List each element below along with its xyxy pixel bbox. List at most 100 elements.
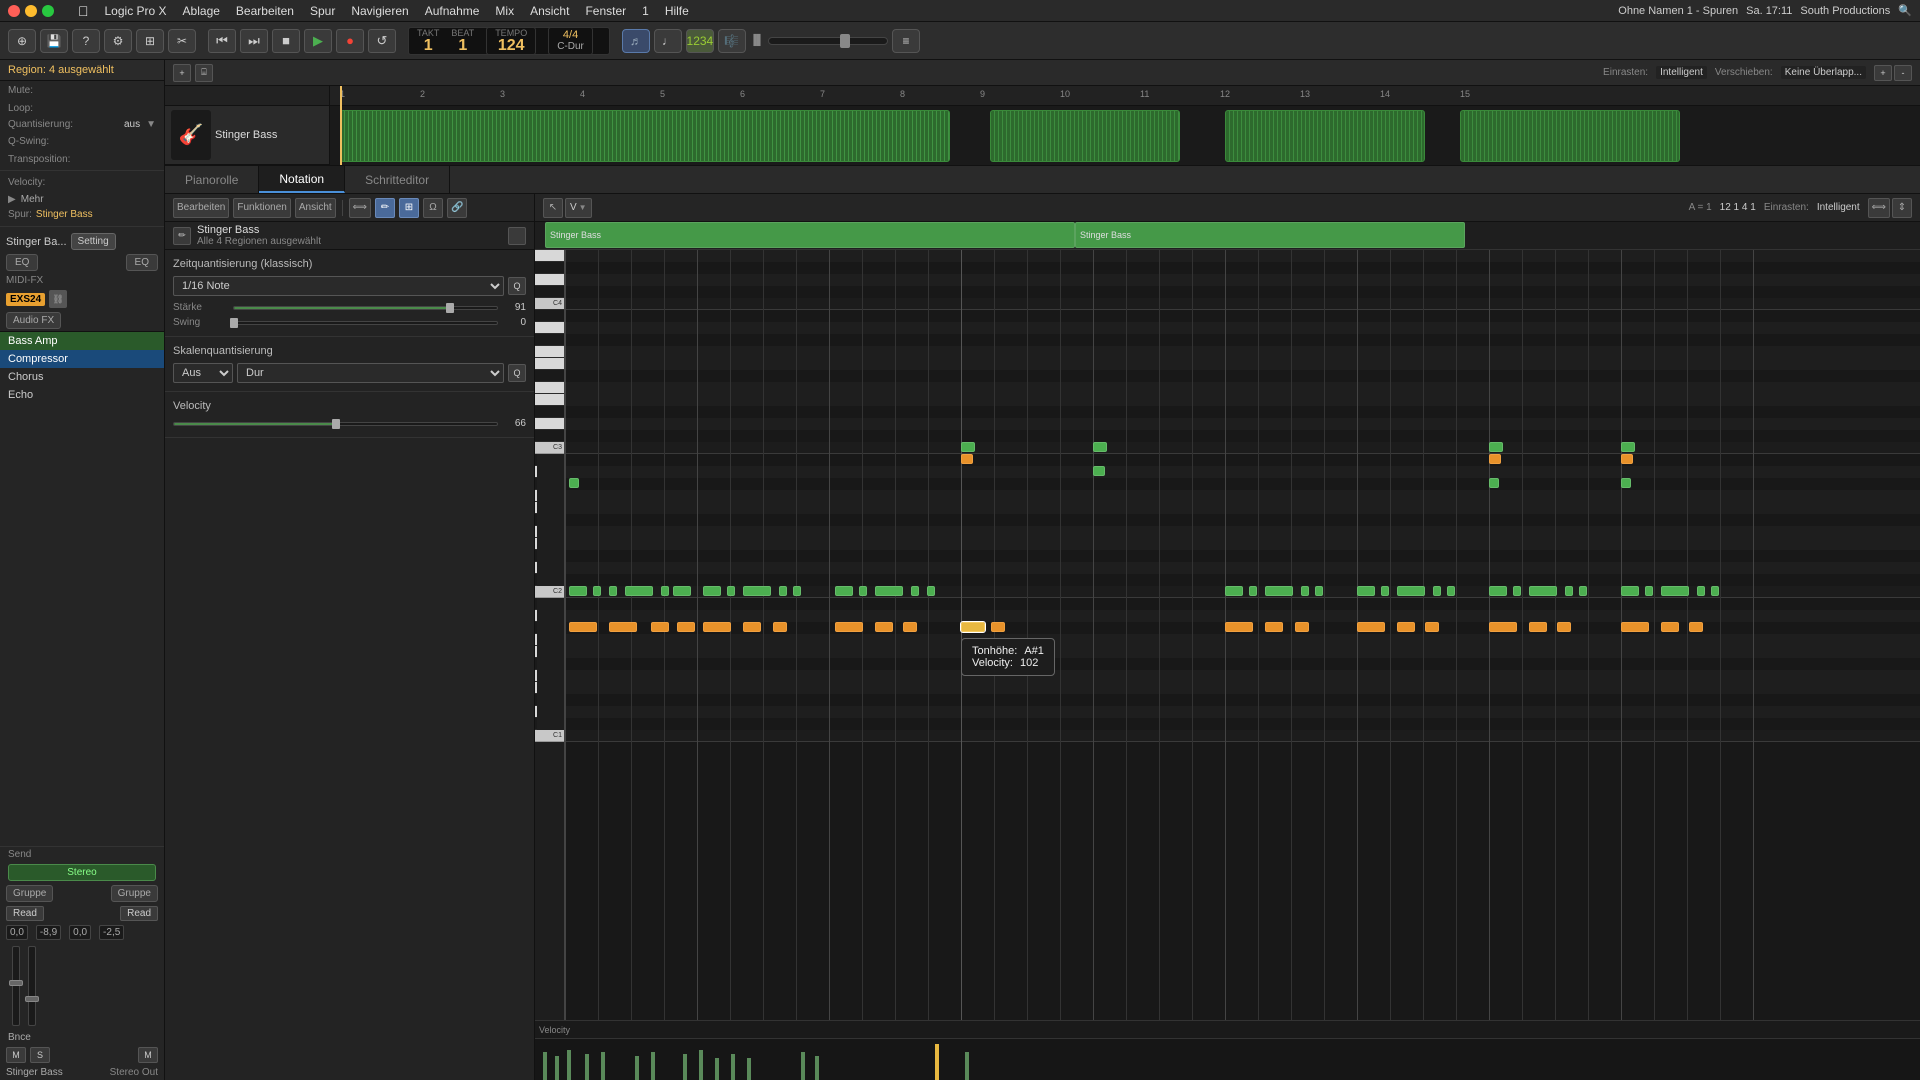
key-f1[interactable]	[535, 670, 537, 682]
gruppe-button[interactable]: Gruppe	[6, 885, 53, 902]
note-as1-9c[interactable]	[651, 622, 669, 632]
note-c2-17e[interactable]	[1711, 586, 1719, 596]
note-c2-14b[interactable]	[1249, 586, 1257, 596]
note-c2-17b[interactable]	[1645, 586, 1653, 596]
verschieben-value[interactable]: Keine Überlapp...	[1781, 66, 1866, 79]
stop-btn[interactable]: ■	[272, 29, 300, 53]
note-c2-9b[interactable]	[593, 586, 601, 596]
cycle-btn[interactable]: ↺	[368, 29, 396, 53]
note-c2-15c[interactable]	[1397, 586, 1425, 596]
menu-hilfe[interactable]: Hilfe	[665, 4, 689, 18]
vel-bar-14[interactable]	[815, 1056, 819, 1080]
note-c3-16[interactable]	[1489, 442, 1503, 452]
vel-bar-10[interactable]	[715, 1058, 719, 1080]
key-e2[interactable]	[535, 538, 537, 550]
note-as1-16c[interactable]	[1557, 622, 1571, 632]
tab-schritteditor[interactable]: Schritteditor	[345, 166, 450, 193]
note-as1-16a[interactable]	[1489, 622, 1517, 632]
loop-region-btn[interactable]: ⌸	[195, 64, 213, 82]
note-c2-9c[interactable]	[609, 586, 617, 596]
read-btn-left[interactable]: Read	[6, 906, 44, 921]
note-as2-13[interactable]	[1093, 466, 1105, 476]
velocity-slider[interactable]	[173, 422, 498, 426]
note-as1-10a[interactable]	[703, 622, 731, 632]
scale-q-btn[interactable]: Q	[508, 364, 526, 382]
menu-navigieren[interactable]: Navigieren	[351, 4, 408, 18]
note-c2-14e[interactable]	[1315, 586, 1323, 596]
vel-bar-2[interactable]	[555, 1056, 559, 1080]
close-button[interactable]	[8, 5, 20, 17]
vel-bar-3[interactable]	[567, 1050, 571, 1080]
note-as1-9d[interactable]	[677, 622, 695, 632]
zoom-out-btn[interactable]: -	[1894, 65, 1912, 81]
pointer-tool[interactable]: ↖	[543, 198, 563, 218]
audio-fx-button[interactable]: Audio FX	[6, 312, 61, 329]
menu-aufnahme[interactable]: Aufnahme	[425, 4, 480, 18]
vel-bar-7[interactable]	[651, 1052, 655, 1080]
note-b2-16[interactable]	[1489, 454, 1501, 464]
key-fs3[interactable]	[535, 370, 564, 382]
note-c2-15a[interactable]	[1357, 586, 1375, 596]
mode-btn[interactable]: ✏	[375, 198, 395, 218]
note-c2-17d[interactable]	[1697, 586, 1705, 596]
vel-bar-selected[interactable]	[935, 1044, 939, 1080]
note-c2-10e[interactable]	[793, 586, 801, 596]
add-track-btn[interactable]: +	[173, 64, 191, 82]
note-a2-9[interactable]	[569, 478, 579, 488]
note-as1-9a[interactable]	[569, 622, 597, 632]
menu-1[interactable]: 1	[642, 4, 649, 18]
minimize-button[interactable]	[25, 5, 37, 17]
tab-pianorolle[interactable]: Pianorolle	[165, 166, 259, 193]
position-display[interactable]: TAKT 1 BEAT 1 TEMPO 124 4/4 C-Dur	[408, 27, 610, 55]
note-c2-10b[interactable]	[727, 586, 735, 596]
note-as1-11a[interactable]	[835, 622, 863, 632]
note-c2-15d[interactable]	[1433, 586, 1441, 596]
vel-bar-11[interactable]	[731, 1054, 735, 1080]
note-c3-12[interactable]	[961, 442, 975, 452]
key-cs3[interactable]	[535, 430, 564, 442]
zoom-in-btn[interactable]: +	[1874, 65, 1892, 81]
note-select[interactable]: 1/16 Note 1/8 Note 1/4 Note	[173, 276, 504, 296]
vel-bar-9[interactable]	[699, 1050, 703, 1080]
eq-right-button[interactable]: EQ	[126, 254, 158, 271]
layout-btn[interactable]: ⊞	[136, 29, 164, 53]
key-cs2[interactable]	[535, 574, 537, 586]
fader-right[interactable]	[28, 946, 36, 1026]
plugin-compressor[interactable]: Compressor	[0, 350, 164, 368]
aus-select[interactable]: Aus	[173, 363, 233, 383]
note-c2-16e[interactable]	[1579, 586, 1587, 596]
note-as1-14b[interactable]	[1265, 622, 1283, 632]
maximize-button[interactable]	[42, 5, 54, 17]
preset-btn[interactable]: 1234	[686, 29, 714, 53]
funktionen-menu-btn[interactable]: Funktionen	[233, 198, 290, 218]
record-btn[interactable]: ●	[336, 29, 364, 53]
key-a3[interactable]	[535, 334, 564, 346]
note-as1-10b[interactable]	[743, 622, 761, 632]
note-c3-13[interactable]	[1093, 442, 1107, 452]
settings-btn[interactable]: ⚙	[104, 29, 132, 53]
key-ds3[interactable]	[535, 406, 564, 418]
key-as2[interactable]	[535, 466, 537, 478]
menu-spur[interactable]: Spur	[310, 4, 335, 18]
key-ds4[interactable]	[535, 262, 564, 274]
time-sig-display[interactable]: 4/4 C-Dur	[548, 27, 593, 55]
key-as1[interactable]	[535, 610, 537, 622]
note-c2-14c[interactable]	[1265, 586, 1293, 596]
key-ds2[interactable]	[535, 550, 537, 562]
region-3[interactable]	[1225, 110, 1425, 162]
note-c2-17a[interactable]	[1621, 586, 1639, 596]
key-c3[interactable]: C3	[535, 442, 564, 454]
mode-select[interactable]: V ▼	[565, 198, 592, 218]
rewind-btn[interactable]: ⏮	[208, 29, 236, 53]
note-as1-12b[interactable]	[991, 622, 1005, 632]
note-as1-11c[interactable]	[903, 622, 917, 632]
key-cs1[interactable]	[535, 718, 537, 730]
metronome-btn[interactable]: ♬	[622, 29, 650, 53]
link2-btn[interactable]: 🔗	[447, 198, 467, 218]
note-c2-14d[interactable]	[1301, 586, 1309, 596]
note-c2-14a[interactable]	[1225, 586, 1243, 596]
plugin-chorus[interactable]: Chorus	[0, 368, 164, 386]
note-c3-17[interactable]	[1621, 442, 1635, 452]
menu-bearbeiten[interactable]: Bearbeiten	[236, 4, 294, 18]
editor-region-1[interactable]: Stinger Bass	[545, 222, 1075, 248]
